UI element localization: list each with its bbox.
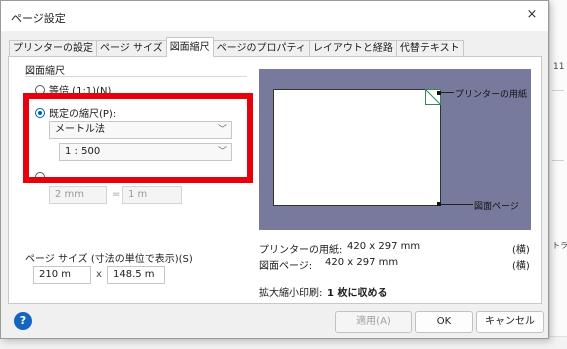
background-text-2: トラ xyxy=(552,241,567,250)
radio-custom-scale[interactable] xyxy=(35,172,49,182)
page-height-input[interactable]: 148.5 m xyxy=(107,266,165,284)
custom-scale-from-input[interactable]: 2 mm xyxy=(49,186,107,204)
cancel-button[interactable]: キャンセル xyxy=(476,311,544,333)
unit-system-value: メートル法 xyxy=(55,124,105,135)
title-bar: ページ設定 × xyxy=(1,1,548,31)
preset-scale-value: 1 : 500 xyxy=(65,146,101,157)
radio-preset-scale-label: 既定の縮尺(P): xyxy=(49,109,117,120)
help-icon[interactable]: ? xyxy=(14,312,32,330)
tab-alt-text[interactable]: 代替テキスト xyxy=(395,40,464,57)
scale-group-divider xyxy=(25,76,247,77)
radio-button-checked[interactable] xyxy=(35,107,45,118)
page-size-group-title: ページ サイズ (寸法の単位で表示)(S) xyxy=(25,254,193,265)
info-zoom-value: 1 枚に収める xyxy=(327,288,388,299)
radio-equal-scale[interactable]: 等倍 (1:1)(N) xyxy=(35,82,111,97)
scale-group-title: 図面縮尺 xyxy=(25,66,65,77)
info-printer-paper-label: プリンターの用紙: xyxy=(259,245,343,256)
radio-button[interactable] xyxy=(35,172,45,182)
radio-preset-scale[interactable]: 既定の縮尺(P): xyxy=(35,105,116,120)
tab-printer-settings[interactable]: プリンターの設定 xyxy=(9,40,97,57)
preset-scale-dropdown[interactable]: 1 : 500 ﹀ xyxy=(59,143,232,161)
info-drawing-page-label: 図面ページ: xyxy=(259,261,313,272)
tab-page-properties[interactable]: ページのプロパティ xyxy=(212,40,310,57)
dialog-title: ページ設定 xyxy=(11,12,66,25)
tab-layout-routing[interactable]: レイアウトと経路 xyxy=(308,40,397,57)
page-setup-dialog: ページ設定 × プリンターの設定 ページ サイズ 図面縮尺 ページのプロパティ … xyxy=(0,0,549,339)
tab-drawing-scale[interactable]: 図面縮尺 xyxy=(165,37,214,57)
tab-page-size[interactable]: ページ サイズ xyxy=(96,40,167,57)
preview-drawing-page-label: 図面ページ xyxy=(474,202,519,212)
radio-button[interactable] xyxy=(35,84,45,95)
times-sign: x xyxy=(96,269,102,280)
preview-printer-paper-label: プリンターの用紙 xyxy=(455,90,528,100)
page-width-input[interactable]: 210 m xyxy=(33,266,91,284)
unit-system-dropdown[interactable]: メートル法 ﹀ xyxy=(49,121,232,139)
chevron-down-icon: ﹀ xyxy=(217,125,227,135)
ok-button[interactable]: OK xyxy=(415,311,473,333)
background-right-panel: 11 トラ xyxy=(549,0,567,349)
info-drawing-page-value: 420 x 297 mm xyxy=(325,257,399,268)
custom-scale-to-input[interactable]: 1 m xyxy=(122,186,182,204)
scale-preview: プリンターの用紙 図面ページ xyxy=(259,69,531,230)
info-zoom-label: 拡大縮小印刷: xyxy=(259,288,323,299)
chevron-down-icon: ﹀ xyxy=(217,147,227,157)
info-printer-paper-orientation: (横) xyxy=(512,245,530,256)
radio-equal-scale-label: 等倍 (1:1)(N) xyxy=(49,86,112,97)
background-text: 11 xyxy=(553,62,565,72)
info-drawing-page-orientation: (横) xyxy=(512,261,530,272)
equals-sign: = xyxy=(112,189,121,200)
tab-strip: プリンターの設定 ページ サイズ 図面縮尺 ページのプロパティ レイアウトと経路… xyxy=(9,37,464,57)
apply-button[interactable]: 適用(A) xyxy=(335,311,412,333)
info-printer-paper-value: 420 x 297 mm xyxy=(347,241,421,252)
printer-paper-rect xyxy=(273,89,441,206)
close-icon[interactable]: × xyxy=(522,5,542,25)
